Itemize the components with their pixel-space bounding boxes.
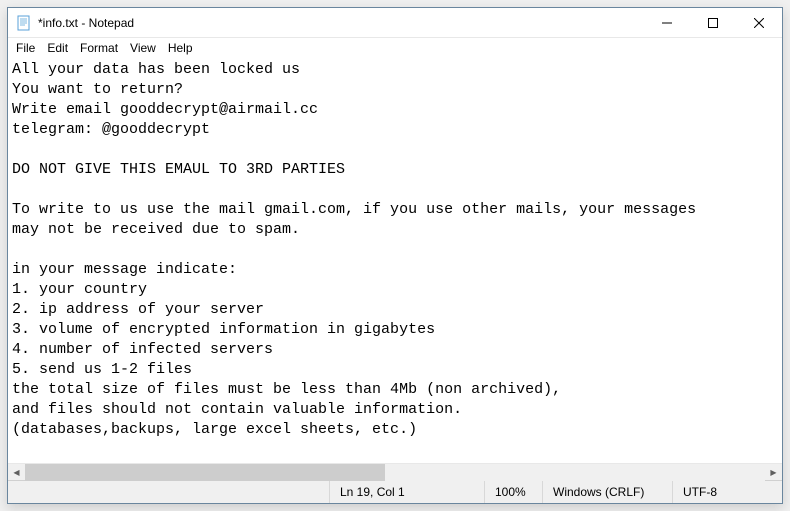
maximize-button[interactable] — [690, 8, 736, 37]
menu-view[interactable]: View — [124, 40, 162, 56]
menubar: File Edit Format View Help — [8, 38, 782, 58]
menu-help[interactable]: Help — [162, 40, 199, 56]
menu-format[interactable]: Format — [74, 40, 124, 56]
scroll-right-icon[interactable]: ▶ — [765, 464, 782, 481]
close-button[interactable] — [736, 8, 782, 37]
scroll-left-icon[interactable]: ◀ — [8, 464, 25, 481]
window-controls — [644, 8, 782, 37]
menu-edit[interactable]: Edit — [41, 40, 74, 56]
status-zoom: 100% — [484, 481, 542, 503]
menu-file[interactable]: File — [10, 40, 41, 56]
horizontal-scrollbar[interactable]: ◀ ▶ — [8, 463, 782, 480]
notepad-icon — [16, 15, 32, 31]
status-encoding: UTF-8 — [672, 481, 782, 503]
text-editor[interactable]: All your data has been locked us You wan… — [8, 58, 782, 463]
status-position: Ln 19, Col 1 — [329, 481, 484, 503]
scroll-track[interactable] — [25, 464, 765, 481]
scroll-thumb[interactable] — [25, 464, 385, 481]
notepad-window: *info.txt - Notepad File Edit Format Vie… — [7, 7, 783, 504]
status-line-ending: Windows (CRLF) — [542, 481, 672, 503]
titlebar: *info.txt - Notepad — [8, 8, 782, 38]
window-title: *info.txt - Notepad — [38, 16, 644, 30]
statusbar: Ln 19, Col 1 100% Windows (CRLF) UTF-8 — [8, 480, 782, 503]
minimize-button[interactable] — [644, 8, 690, 37]
